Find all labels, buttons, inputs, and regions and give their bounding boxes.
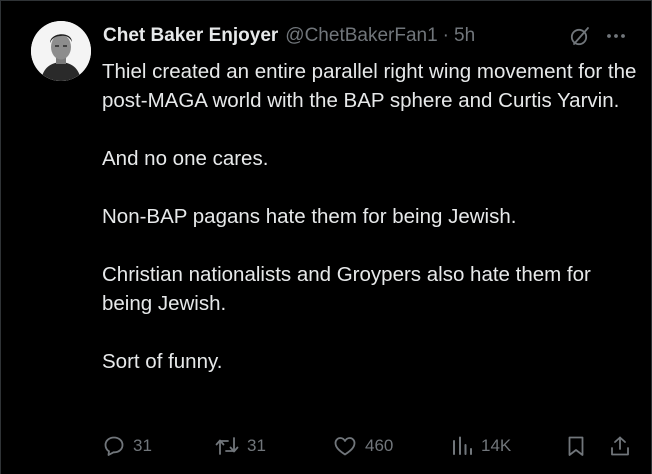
- tweet-paragraph: Non-BAP pagans hate them for being Jewis…: [102, 205, 517, 228]
- views-count: 14K: [481, 436, 512, 455]
- tweet-text: Thiel created an entire parallel right w…: [102, 57, 642, 376]
- separator-dot: ·: [442, 25, 449, 46]
- bookmark-button[interactable]: [565, 431, 587, 461]
- reply-icon: [103, 435, 125, 457]
- like-count: 460: [365, 436, 394, 455]
- tweet-paragraph: Thiel created an entire parallel right w…: [102, 60, 637, 112]
- grok-icon[interactable]: [567, 23, 593, 49]
- heart-icon: [333, 435, 357, 457]
- tweet-paragraph: And no one cares.: [102, 147, 269, 170]
- tweet-header: Chet Baker Enjoyer @ChetBakerFan1 · 5h: [103, 23, 475, 49]
- tweet-paragraph: Christian nationalists and Groypers also…: [102, 263, 591, 315]
- action-bar: 31 31 460 14K: [1, 431, 652, 461]
- bookmark-icon: [565, 435, 587, 457]
- header-actions: [567, 23, 629, 49]
- retweet-icon: [215, 435, 239, 457]
- retweet-count: 31: [247, 436, 266, 455]
- share-button[interactable]: [609, 431, 631, 461]
- reply-count: 31: [133, 436, 152, 455]
- timestamp[interactable]: 5h: [454, 23, 475, 49]
- views-button[interactable]: 14K: [451, 431, 511, 461]
- avatar[interactable]: [31, 21, 91, 81]
- tweet-card[interactable]: Chet Baker Enjoyer @ChetBakerFan1 · 5h T…: [0, 0, 652, 474]
- tweet-paragraph: Sort of funny.: [102, 350, 223, 373]
- like-button[interactable]: 460: [333, 431, 393, 461]
- reply-button[interactable]: 31: [103, 431, 152, 461]
- display-name[interactable]: Chet Baker Enjoyer: [103, 23, 278, 49]
- views-icon: [451, 435, 473, 457]
- retweet-button[interactable]: 31: [215, 431, 266, 461]
- more-icon[interactable]: [603, 23, 629, 49]
- share-icon: [609, 435, 631, 457]
- handle[interactable]: @ChetBakerFan1: [285, 23, 437, 49]
